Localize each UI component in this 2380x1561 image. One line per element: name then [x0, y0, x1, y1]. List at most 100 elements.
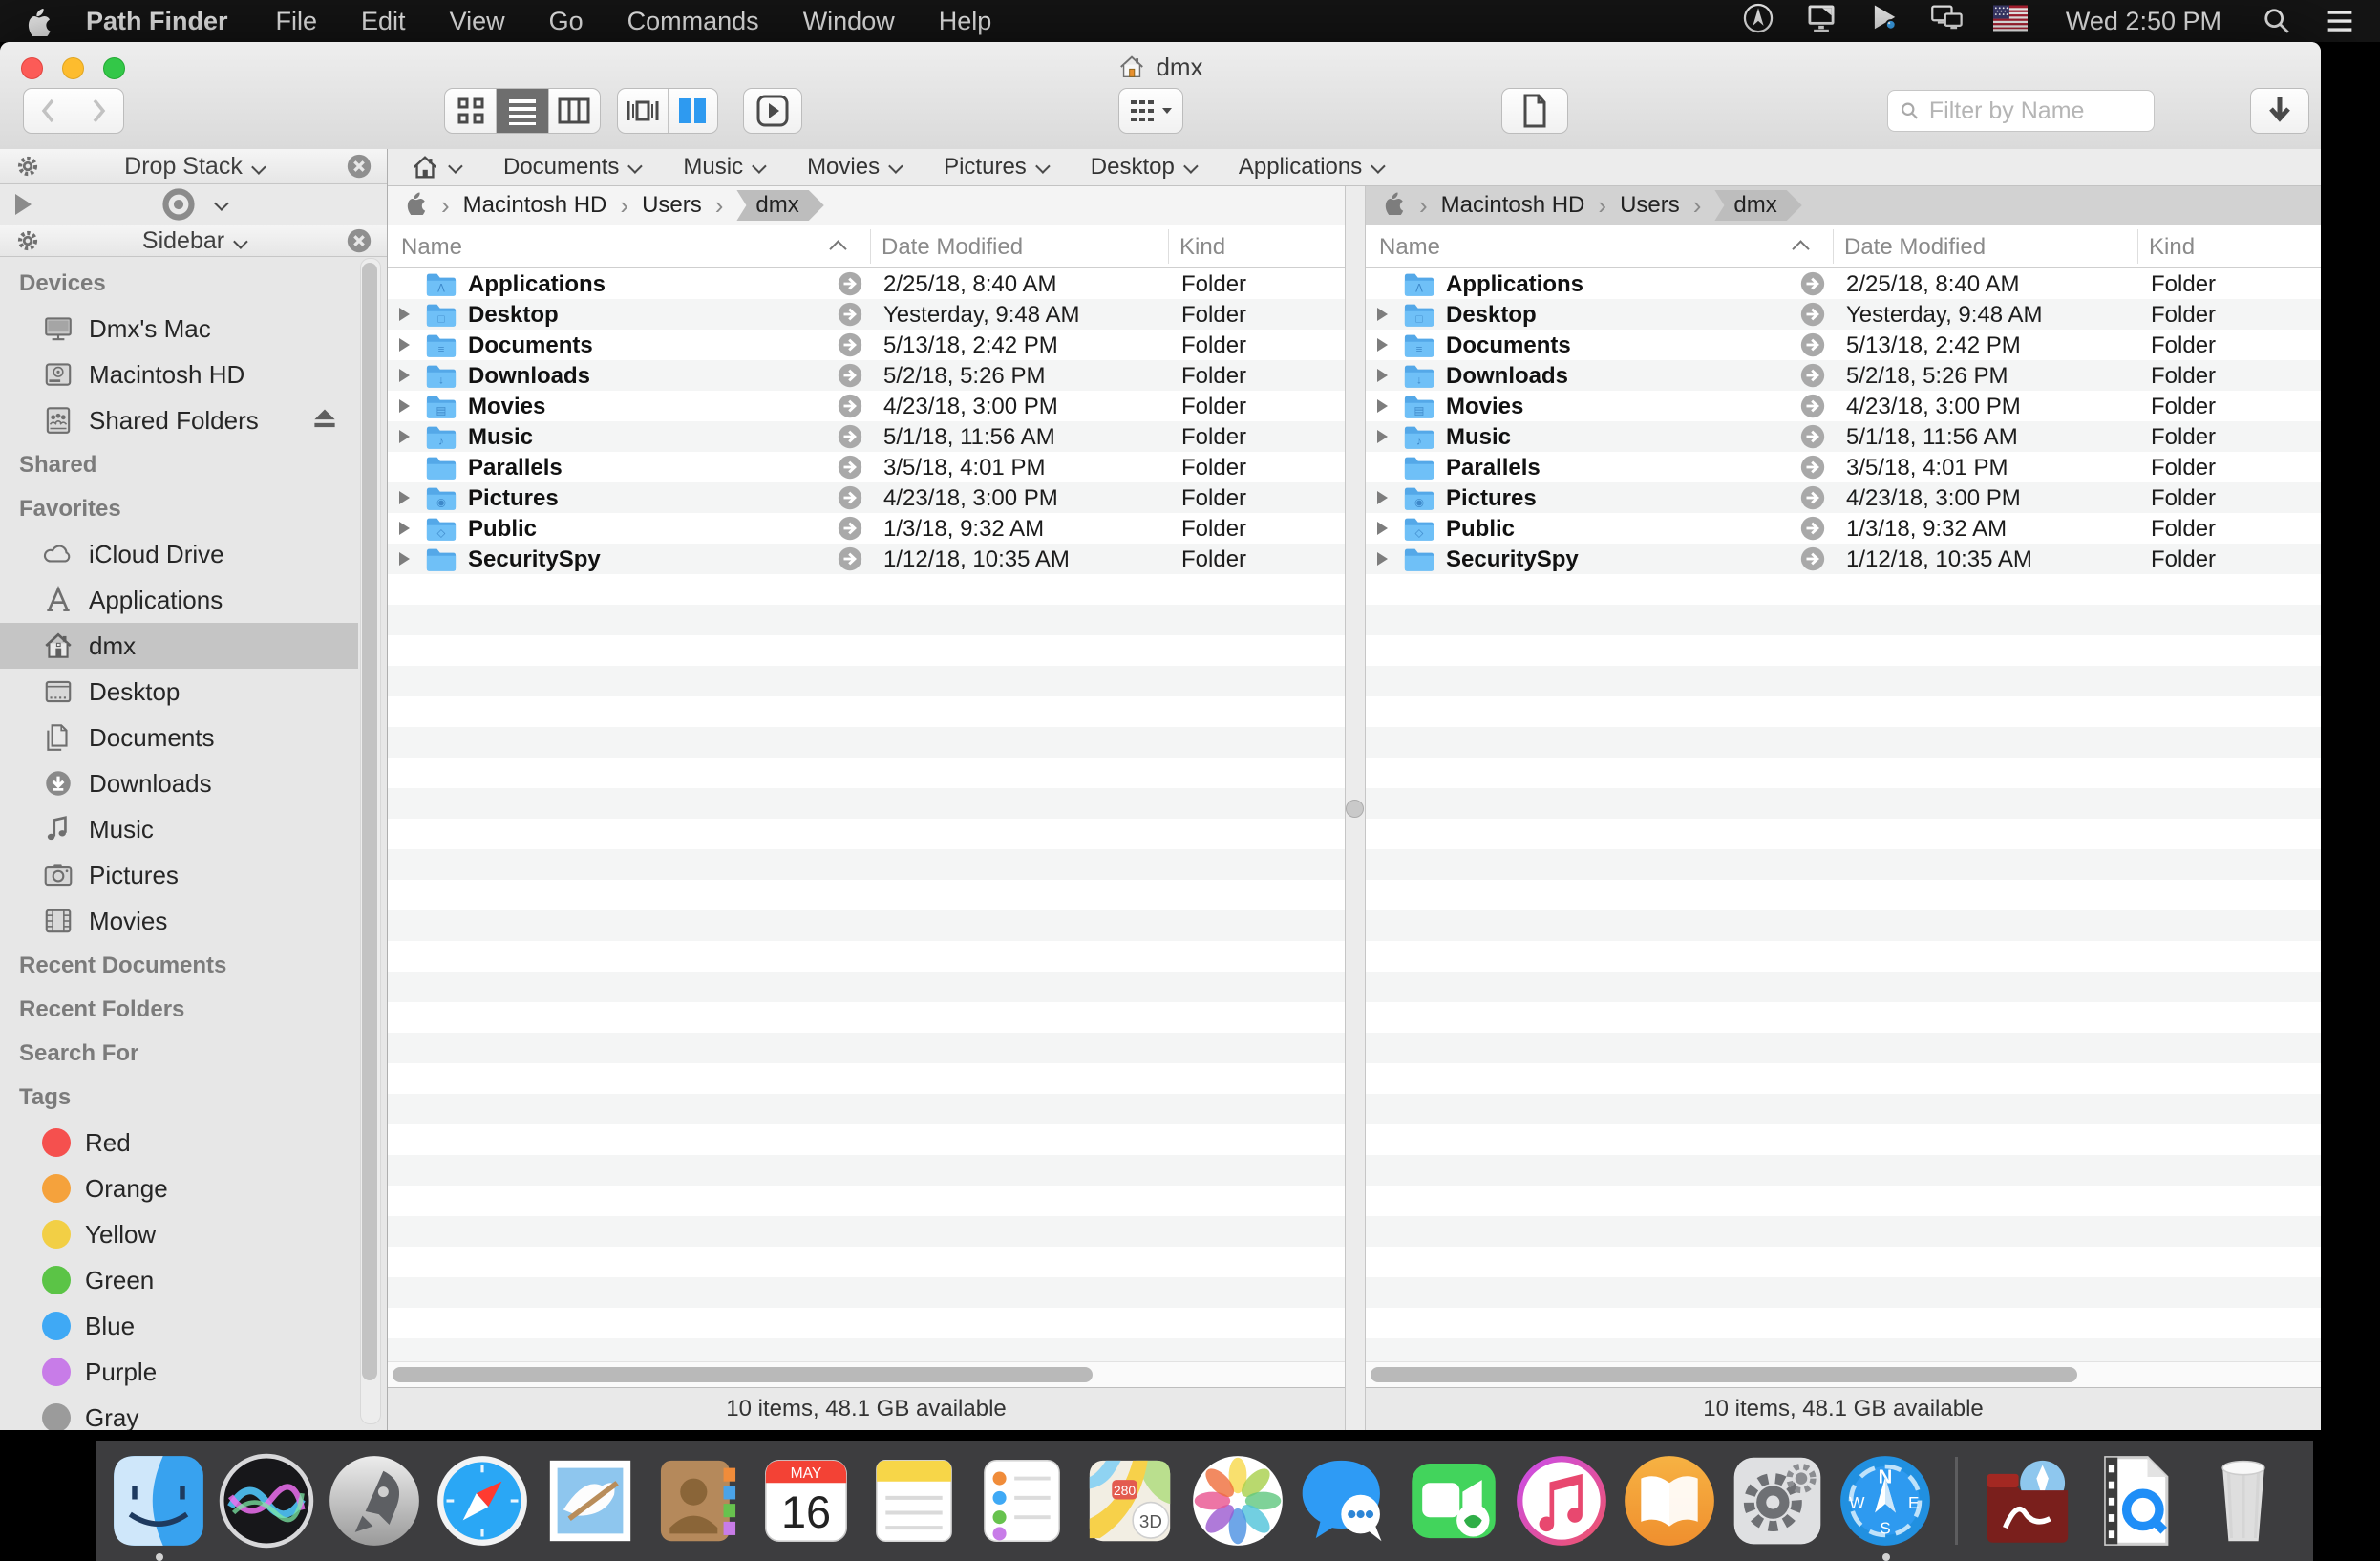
file-row-pictures[interactable]: ◉ Pictures 4/23/18, 3:00 PM Folder: [1366, 482, 2321, 513]
bookmark-movies[interactable]: Movies: [807, 154, 900, 181]
open-folder-arrow-button[interactable]: [838, 516, 862, 541]
dock-item-launchpad[interactable]: [327, 1453, 422, 1549]
file-row-applications[interactable]: A Applications 2/25/18, 8:40 AM Folder: [1366, 268, 2321, 299]
file-name[interactable]: Public: [1446, 516, 1515, 543]
open-folder-arrow-button[interactable]: [838, 394, 862, 418]
sidebar-item-red[interactable]: Red: [0, 1120, 358, 1165]
bookmark-pictures[interactable]: Pictures: [944, 154, 1047, 181]
sidebar-item-pictures[interactable]: Pictures: [0, 852, 358, 898]
drop-stack-panel[interactable]: [0, 184, 387, 225]
open-folder-arrow-button[interactable]: [838, 455, 862, 480]
apple-menu-icon[interactable]: [23, 6, 53, 36]
screen-sharing-icon[interactable]: [1804, 1, 1838, 42]
breadcrumb-users[interactable]: Users: [642, 192, 702, 219]
sidebar-close-icon[interactable]: [345, 226, 373, 255]
eject-icon[interactable]: [308, 401, 341, 440]
open-folder-arrow-button[interactable]: [838, 546, 862, 571]
dock-item-contacts[interactable]: [650, 1453, 746, 1549]
disclosure-triangle-icon[interactable]: [399, 491, 410, 504]
file-name[interactable]: Movies: [1446, 394, 1523, 420]
file-name[interactable]: Documents: [468, 332, 593, 359]
disclosure-triangle-icon[interactable]: [399, 399, 410, 413]
open-folder-arrow-button[interactable]: [838, 332, 862, 357]
disclosure-triangle-icon[interactable]: [1377, 308, 1388, 321]
open-folder-arrow-button[interactable]: [1800, 363, 1825, 388]
open-folder-arrow-button[interactable]: [838, 424, 862, 449]
file-row-securityspy[interactable]: SecuritySpy 1/12/18, 10:35 AM Folder: [1366, 544, 2321, 574]
menu-file[interactable]: File: [276, 7, 318, 36]
menu-view[interactable]: View: [450, 7, 505, 36]
open-folder-arrow-button[interactable]: [1800, 394, 1825, 418]
breadcrumb-macintosh-hd[interactable]: Macintosh HD: [463, 192, 607, 219]
dock-item-mail[interactable]: [542, 1453, 638, 1549]
sidebar-panel-header[interactable]: Sidebar: [0, 225, 387, 257]
file-row-downloads[interactable]: ↓ Downloads 5/2/18, 5:26 PM Folder: [1366, 360, 2321, 391]
disclosure-triangle-icon[interactable]: [399, 430, 410, 443]
file-name[interactable]: Desktop: [1446, 302, 1537, 329]
sidebar-item-dmx[interactable]: dmx: [0, 623, 358, 669]
file-name[interactable]: Parallels: [468, 455, 563, 481]
file-row-documents[interactable]: ≡ Documents 5/13/18, 2:42 PM Folder: [1366, 330, 2321, 360]
file-row-music[interactable]: ♪ Music 5/1/18, 11:56 AM Folder: [388, 421, 1345, 452]
dock-item-maps[interactable]: 2803D: [1082, 1453, 1178, 1549]
column-header-name[interactable]: Name: [401, 234, 462, 261]
breadcrumb-macintosh-hd[interactable]: Macintosh HD: [1441, 192, 1585, 219]
sidebar-item-purple[interactable]: Purple: [0, 1349, 358, 1395]
drop-stack-header[interactable]: Drop Stack: [0, 149, 387, 184]
file-row-parallels[interactable]: Parallels 3/5/18, 4:01 PM Folder: [388, 452, 1345, 482]
file-name[interactable]: Pictures: [1446, 485, 1537, 512]
dock-item-itunes[interactable]: [1514, 1453, 1609, 1549]
file-name[interactable]: Movies: [468, 394, 545, 420]
disclosure-triangle-icon[interactable]: [399, 308, 410, 321]
open-folder-arrow-button[interactable]: [838, 485, 862, 510]
menu-help[interactable]: Help: [939, 7, 992, 36]
breadcrumb-dmx[interactable]: dmx: [1714, 190, 1801, 221]
dock-item-system-preferences[interactable]: [1730, 1453, 1825, 1549]
horizontal-scrollbar-thumb[interactable]: [1371, 1367, 2077, 1382]
disclosure-triangle-icon[interactable]: [399, 338, 410, 352]
sidebar-item-orange[interactable]: Orange: [0, 1165, 358, 1211]
disclosure-triangle-icon[interactable]: [1377, 552, 1388, 566]
file-name[interactable]: Desktop: [468, 302, 559, 329]
sidebar-item-downloads[interactable]: Downloads: [0, 760, 358, 806]
dual-pane-view-button[interactable]: [668, 89, 718, 133]
drop-stack-close-icon[interactable]: [345, 152, 373, 181]
menu-go[interactable]: Go: [549, 7, 584, 36]
dock-item-notes[interactable]: [866, 1453, 962, 1549]
sidebar-item-icloud-drive[interactable]: iCloud Drive: [0, 531, 358, 577]
sidebar-item-green[interactable]: Green: [0, 1257, 358, 1303]
displays-icon[interactable]: [1930, 1, 1965, 42]
spotlight-search-icon[interactable]: [2260, 4, 2294, 38]
open-folder-arrow-button[interactable]: [1800, 485, 1825, 510]
file-name[interactable]: SecuritySpy: [1446, 546, 1579, 573]
file-name[interactable]: Public: [468, 516, 537, 543]
download-drop-button[interactable]: [2250, 88, 2309, 134]
disclosure-triangle-icon[interactable]: [1377, 522, 1388, 535]
sidebar-item-desktop[interactable]: Desktop: [0, 669, 358, 715]
file-row-applications[interactable]: A Applications 2/25/18, 8:40 AM Folder: [388, 268, 1345, 299]
drop-stack-target-chevron-icon[interactable]: [214, 196, 229, 211]
file-row-desktop[interactable]: □ Desktop Yesterday, 9:48 AM Folder: [1366, 299, 2321, 330]
file-row-music[interactable]: ♪ Music 5/1/18, 11:56 AM Folder: [1366, 421, 2321, 452]
menu-window[interactable]: Window: [803, 7, 895, 36]
dock-item-path-finder[interactable]: NWES: [1838, 1453, 1933, 1549]
bookmark-applications[interactable]: Applications: [1239, 154, 1382, 181]
breadcrumb-dmx[interactable]: dmx: [736, 190, 823, 221]
sidebar-item-music[interactable]: Music: [0, 806, 358, 852]
filter-field[interactable]: [1887, 90, 2155, 132]
disclosure-triangle-icon[interactable]: [399, 552, 410, 566]
file-row-documents[interactable]: ≡ Documents 5/13/18, 2:42 PM Folder: [388, 330, 1345, 360]
sidebar-item-documents[interactable]: Documents: [0, 715, 358, 760]
horizontal-scrollbar-thumb[interactable]: [393, 1367, 1093, 1382]
open-folder-arrow-button[interactable]: [1800, 424, 1825, 449]
dock-item-calendar[interactable]: MAY16: [758, 1453, 854, 1549]
file-row-public[interactable]: ◇ Public 1/3/18, 9:32 AM Folder: [1366, 513, 2321, 544]
disclosure-triangle-icon[interactable]: [1377, 430, 1388, 443]
notification-center-icon[interactable]: [2323, 4, 2357, 38]
column-view-button[interactable]: [548, 89, 600, 133]
open-folder-arrow-button[interactable]: [1800, 546, 1825, 571]
open-folder-arrow-button[interactable]: [838, 271, 862, 296]
menu-commands[interactable]: Commands: [627, 7, 759, 36]
file-row-parallels[interactable]: Parallels 3/5/18, 4:01 PM Folder: [1366, 452, 2321, 482]
disclosure-triangle-icon[interactable]: [399, 369, 410, 382]
